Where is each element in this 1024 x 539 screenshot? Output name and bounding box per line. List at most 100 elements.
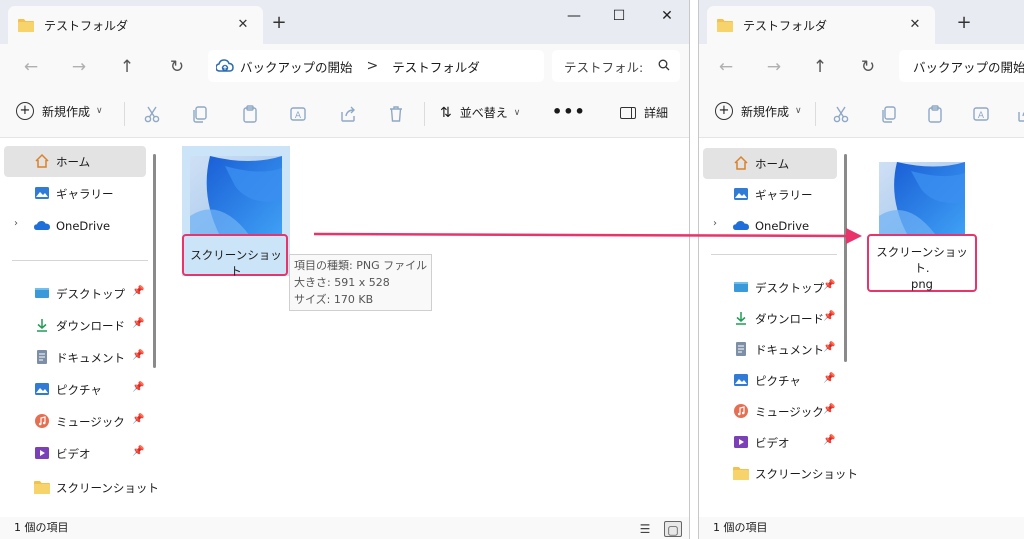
video-icon — [35, 447, 49, 459]
pin-icon[interactable]: 📌 — [823, 435, 835, 446]
breadcrumb-separator[interactable]: > — [367, 58, 379, 74]
forward-button[interactable]: → — [68, 56, 90, 78]
pin-icon[interactable]: 📌 — [132, 350, 144, 361]
close-window-button[interactable]: ✕ — [655, 6, 679, 26]
pin-icon[interactable]: 📌 — [823, 404, 835, 415]
share-icon[interactable] — [338, 104, 358, 124]
up-button[interactable]: ↑ — [809, 56, 831, 78]
sidebar-item-desktop[interactable]: デスクトップ 📌 — [703, 272, 837, 303]
backup-label[interactable]: バックアップの開始 — [913, 57, 1024, 76]
copy-icon[interactable] — [190, 104, 210, 124]
address-bar[interactable]: バックアップの開始 > テストフォルダ — [208, 50, 544, 82]
cloud-backup-icon — [216, 59, 234, 72]
pin-icon[interactable]: 📌 — [132, 414, 144, 425]
sidebar-item-label: ピクチャ — [755, 373, 801, 388]
sidebar-scrollbar[interactable] — [844, 154, 847, 362]
pin-icon[interactable]: 📌 — [132, 286, 144, 297]
sidebar-item-pictures[interactable]: ピクチャ 📌 — [4, 374, 146, 405]
back-button[interactable]: ← — [20, 56, 42, 78]
svg-text:A: A — [295, 111, 302, 121]
pin-icon[interactable]: 📌 — [823, 342, 835, 353]
chevron-right-icon[interactable]: › — [14, 218, 18, 229]
tab-test-folder[interactable]: テストフォルダ ✕ — [8, 6, 263, 44]
tooltip-size: サイズ: 170 KB — [294, 293, 374, 306]
sort-label: 並べ替え — [459, 106, 508, 120]
new-tab-button[interactable]: + — [955, 14, 973, 32]
delete-icon[interactable] — [386, 104, 406, 124]
sidebar-item-documents[interactable]: ドキュメント 📌 — [4, 342, 146, 373]
pin-icon[interactable]: 📌 — [823, 311, 835, 322]
pin-icon[interactable]: 📌 — [132, 446, 144, 457]
large-icons-view-icon[interactable]: ▢ — [664, 521, 682, 537]
sidebar-item-screenshots[interactable]: スクリーンショット — [703, 458, 858, 489]
sidebar-item-gallery[interactable]: ギャラリー — [4, 178, 146, 209]
breadcrumb-folder[interactable]: テストフォルダ — [392, 57, 480, 76]
sidebar-item-home[interactable]: ホーム — [4, 146, 146, 177]
details-view-icon[interactable]: ☰ — [636, 521, 654, 537]
back-button[interactable]: ← — [715, 56, 737, 78]
sidebar-item-videos[interactable]: ビデオ 📌 — [703, 427, 837, 458]
minimize-button[interactable]: — — [562, 6, 586, 26]
cut-icon[interactable] — [831, 104, 851, 124]
new-button[interactable]: + 新規作成 ∨ — [16, 102, 103, 120]
refresh-button[interactable]: ↻ — [166, 56, 188, 78]
pictures-icon — [734, 374, 748, 386]
sidebar-item-downloads[interactable]: ダウンロード 📌 — [703, 303, 837, 334]
sidebar-item-onedrive[interactable]: › OneDrive — [703, 210, 837, 241]
pin-icon[interactable]: 📌 — [823, 373, 835, 384]
share-icon[interactable] — [1015, 104, 1024, 124]
pin-icon[interactable]: 📌 — [132, 318, 144, 329]
rename-icon[interactable]: A — [288, 104, 308, 124]
sidebar-item-pictures[interactable]: ピクチャ 📌 — [703, 365, 837, 396]
file-name-line2: png — [911, 277, 933, 291]
sidebar-item-onedrive[interactable]: › OneDrive — [4, 210, 146, 241]
desktop-icon — [35, 288, 49, 298]
sidebar-item-downloads[interactable]: ダウンロード 📌 — [4, 310, 146, 341]
sidebar-item-home[interactable]: ホーム — [703, 148, 837, 179]
close-tab-icon[interactable]: ✕ — [907, 17, 923, 33]
paste-icon[interactable] — [925, 104, 945, 124]
cut-icon[interactable] — [142, 104, 162, 124]
forward-button[interactable]: → — [763, 56, 785, 78]
explorer-window-right: テストフォルダ ✕ + ← → ↑ ↻ バックアップの開始 + 新規作成 ∨ A… — [698, 0, 1024, 539]
chevron-right-icon[interactable]: › — [713, 218, 717, 229]
maximize-button[interactable]: ☐ — [607, 6, 631, 26]
file-name[interactable]: スクリーンショット — [188, 247, 284, 279]
sidebar-item-gallery[interactable]: ギャラリー — [703, 179, 837, 210]
paste-icon[interactable] — [240, 104, 260, 124]
sidebar-item-videos[interactable]: ビデオ 📌 — [4, 438, 146, 469]
tab-title: テストフォルダ — [44, 18, 129, 33]
svg-text:A: A — [978, 111, 985, 121]
sidebar-item-desktop[interactable]: デスクトップ 📌 — [4, 278, 146, 309]
pin-icon[interactable]: 📌 — [823, 280, 835, 291]
search-box[interactable]: テストフォル: — [552, 50, 680, 82]
onedrive-icon — [34, 221, 50, 230]
new-tab-button[interactable]: + — [270, 14, 288, 32]
sidebar-item-label: ドキュメント — [56, 350, 125, 365]
address-bar[interactable]: バックアップの開始 — [899, 50, 1024, 82]
backup-label[interactable]: バックアップの開始 — [240, 57, 353, 76]
gallery-icon — [734, 188, 748, 200]
file-name[interactable]: スクリーンショット. png — [871, 244, 973, 292]
more-options-button[interactable]: ••• — [552, 102, 586, 121]
sidebar-item-documents[interactable]: ドキュメント 📌 — [703, 334, 837, 365]
sort-button[interactable]: ⇅ 並べ替え ∨ — [440, 104, 520, 121]
sidebar-item-music[interactable]: ミュージック 📌 — [4, 406, 146, 437]
sidebar-scrollbar[interactable] — [153, 154, 156, 368]
sidebar-item-music[interactable]: ミュージック 📌 — [703, 396, 837, 427]
new-button[interactable]: + 新規作成 ∨ — [715, 102, 802, 120]
rename-icon[interactable]: A — [971, 104, 991, 124]
close-tab-icon[interactable]: ✕ — [235, 17, 251, 33]
details-button[interactable]: 詳細 — [620, 104, 668, 121]
image-thumbnail[interactable] — [879, 162, 965, 234]
sidebar-item-label: ギャラリー — [56, 186, 114, 201]
tab-test-folder[interactable]: テストフォルダ ✕ — [707, 6, 935, 44]
sidebar-item-screenshots[interactable]: スクリーンショット — [4, 472, 159, 503]
screenshot-stage: テストフォルダ ✕ + — ☐ ✕ ← → ↑ ↻ バックアップの開始 > テス… — [0, 0, 1024, 539]
refresh-button[interactable]: ↻ — [857, 56, 879, 78]
up-button[interactable]: ↑ — [116, 56, 138, 78]
image-thumbnail — [190, 156, 282, 236]
pin-icon[interactable]: 📌 — [132, 382, 144, 393]
file-name-line1: スクリーンショット. — [876, 245, 968, 275]
copy-icon[interactable] — [879, 104, 899, 124]
